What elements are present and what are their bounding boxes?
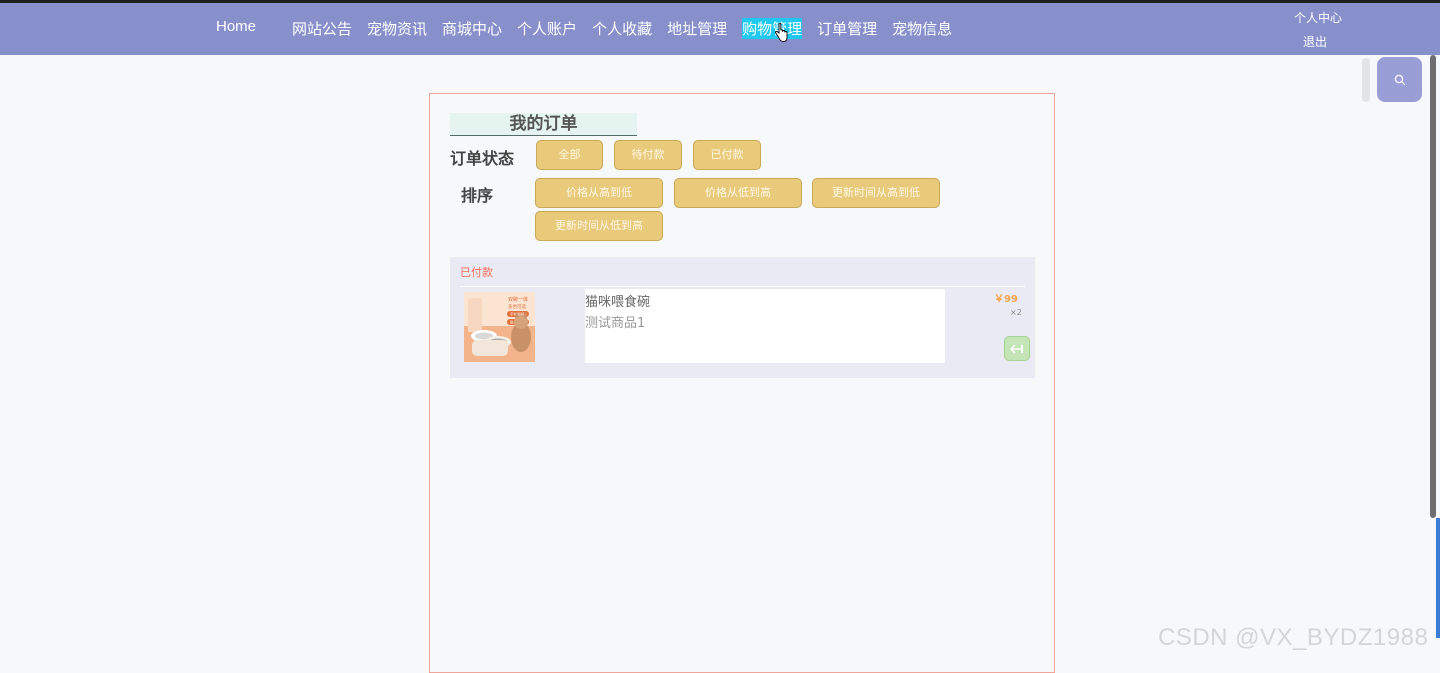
nav-item-orders[interactable]: 订单管理 <box>817 18 877 39</box>
page-scrollbar[interactable] <box>1430 55 1436 518</box>
nav-menu: 网站公告 宠物资讯 商城中心 个人账户 个人收藏 地址管理 购物管理 订单管理 … <box>292 18 967 39</box>
page-scrollbar-track <box>1436 518 1440 638</box>
nav-home-link[interactable]: Home <box>216 18 256 35</box>
search-icon <box>1394 74 1405 85</box>
sort-label: 排序 <box>461 186 494 205</box>
top-nav-bar: Home 网站公告 宠物资讯 商城中心 个人账户 个人收藏 地址管理 购物管理 … <box>0 0 1440 55</box>
sort-time-asc-button[interactable]: 更新时间从低到高 <box>535 211 663 241</box>
product-quantity: ×2 <box>1010 308 1022 317</box>
nav-item-pet-news[interactable]: 宠物资讯 <box>367 18 427 39</box>
filter-all-button[interactable]: 全部 <box>536 140 603 170</box>
nav-item-shopping[interactable]: 购物管理 <box>742 18 803 39</box>
nav-item-mall[interactable]: 商城中心 <box>442 18 502 39</box>
product-price: ￥99 <box>994 294 1018 305</box>
product-image-caption-1: 双碗一体 <box>508 296 528 303</box>
search-button[interactable] <box>1377 57 1422 102</box>
product-image[interactable]: 双碗一体 多色可选 不锈钢碗 防打翻 <box>464 292 535 362</box>
order-card[interactable]: 已付款 双碗一体 多色可选 不锈钢碗 防打翻 猫咪喂食碗 测试商品1 <box>450 257 1035 378</box>
watermark: CSDN @VX_BYDZ1988 <box>1158 624 1429 651</box>
filter-unpaid-button[interactable]: 待付款 <box>614 140 682 170</box>
sort-time-desc-button[interactable]: 更新时间从高到低 <box>812 178 940 208</box>
inner-scrollbar-thumb[interactable] <box>1362 58 1370 102</box>
sort-price-asc-button[interactable]: 价格从低到高 <box>674 178 802 208</box>
nav-item-address[interactable]: 地址管理 <box>667 18 727 39</box>
logout-link[interactable]: 退出 <box>1294 33 1327 50</box>
nav-item-favorites[interactable]: 个人收藏 <box>592 18 652 39</box>
order-panel: 我的订单 订单状态 全部 待付款 已付款 排序 价格从高到低 价格从低到高 更新… <box>429 93 1055 673</box>
user-menu: 个人中心 退出 <box>1294 9 1342 50</box>
card-divider <box>460 286 1025 287</box>
product-description: 测试商品1 <box>585 316 646 331</box>
page-title: 我的订单 <box>450 113 637 136</box>
product-image-caption-2: 多色可选 <box>508 303 526 310</box>
order-status-badge: 已付款 <box>460 266 493 279</box>
nav-item-account[interactable]: 个人账户 <box>517 18 577 39</box>
filter-paid-button[interactable]: 已付款 <box>693 140 761 170</box>
nav-item-pet-info[interactable]: 宠物信息 <box>892 18 952 39</box>
hand-cursor-icon <box>775 23 788 42</box>
sort-price-desc-button[interactable]: 价格从高到低 <box>535 178 663 208</box>
nav-item-announcements[interactable]: 网站公告 <box>292 18 352 39</box>
product-info[interactable]: 猫咪喂食碗 测试商品1 <box>585 289 945 363</box>
user-center-link[interactable]: 个人中心 <box>1294 9 1342 26</box>
product-name[interactable]: 猫咪喂食碗 <box>585 291 650 310</box>
return-arrow-icon <box>1010 343 1023 354</box>
order-status-label: 订单状态 <box>450 149 515 168</box>
return-button[interactable] <box>1004 336 1030 361</box>
